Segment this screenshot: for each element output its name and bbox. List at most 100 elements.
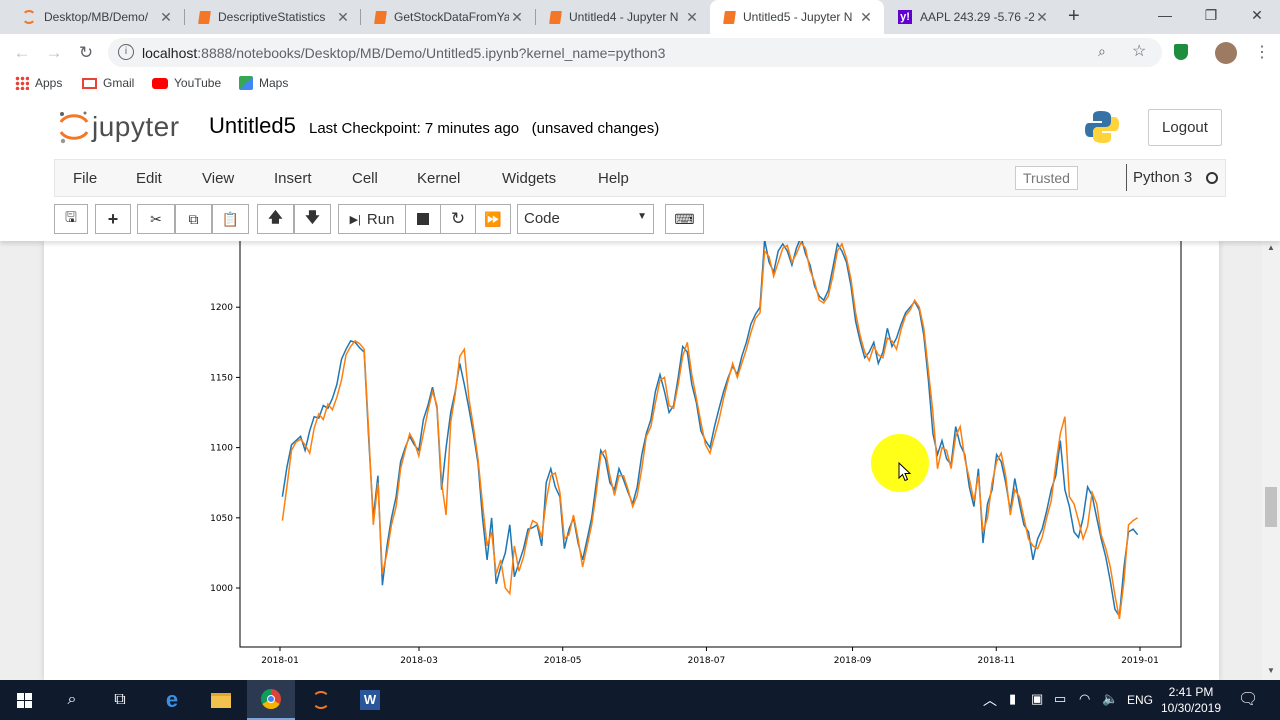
browser-menu-icon[interactable]: ⋮ bbox=[1254, 42, 1270, 62]
browser-tab[interactable]: GetStockDataFromYa ✕ bbox=[361, 0, 535, 34]
run-label: Run bbox=[366, 210, 395, 228]
app-tray-icon[interactable]: ▣ bbox=[1031, 691, 1043, 707]
x-tick-label: 2018-03 bbox=[400, 656, 438, 666]
jupyter-taskbar-icon[interactable] bbox=[297, 680, 345, 720]
close-icon[interactable]: ✕ bbox=[1034, 9, 1050, 26]
notebook-title[interactable]: Untitled5 bbox=[209, 113, 296, 139]
dropdown-arrow-icon: ▼ bbox=[637, 211, 647, 222]
battery-icon[interactable]: ▭ bbox=[1054, 691, 1066, 707]
close-icon[interactable]: ✕ bbox=[335, 9, 351, 26]
bookmark-label: Apps bbox=[35, 76, 63, 90]
paste-button[interactable]: 📋 bbox=[212, 204, 249, 234]
scroll-up-icon[interactable]: ▲ bbox=[1267, 243, 1275, 252]
search-icon[interactable]: ⌕ bbox=[48, 680, 96, 720]
interrupt-button[interactable] bbox=[405, 204, 441, 234]
close-icon[interactable]: ✕ bbox=[684, 9, 700, 26]
restart-button[interactable]: ↻ bbox=[440, 204, 476, 234]
y-tick-label: 1200 bbox=[210, 303, 233, 313]
trusted-indicator[interactable]: Trusted bbox=[1015, 166, 1078, 190]
new-tab-button[interactable]: + bbox=[1068, 5, 1080, 28]
bookmark-gmail[interactable]: Gmail bbox=[82, 76, 134, 90]
windows-taskbar: ⌕ ⧉ e W ︿ ▮ ▣ ▭ ◠ 🔈 ENG 2:41 PM 10/30/20… bbox=[0, 680, 1280, 720]
move-up-button[interactable]: 🡅 bbox=[257, 204, 294, 234]
forward-icon[interactable]: → bbox=[43, 42, 65, 64]
insert-cell-button[interactable]: + bbox=[95, 204, 131, 234]
cut-button[interactable]: ✂ bbox=[137, 204, 175, 234]
extension-shield-icon[interactable] bbox=[1174, 44, 1188, 60]
task-view-icon[interactable]: ⧉ bbox=[96, 680, 144, 720]
series-line-1 bbox=[281, 241, 1139, 619]
menu-help[interactable]: Help bbox=[598, 170, 629, 187]
browser-tab-active[interactable]: Untitled5 - Jupyter N ✕ bbox=[710, 0, 884, 34]
menu-file[interactable]: File bbox=[73, 170, 97, 187]
save-button[interactable]: 🖫 bbox=[54, 204, 88, 234]
usb-icon[interactable]: ▮ bbox=[1009, 691, 1016, 707]
scissors-icon: ✂ bbox=[150, 210, 162, 227]
scrollbar-thumb[interactable] bbox=[1265, 487, 1277, 527]
bookmark-apps[interactable]: Apps bbox=[15, 76, 62, 90]
kernel-idle-icon bbox=[1206, 172, 1218, 184]
last-checkpoint: Last Checkpoint: 7 minutes ago bbox=[309, 120, 520, 137]
bookmarks-bar: Apps Gmail YouTube Maps bbox=[0, 71, 1280, 97]
info-icon[interactable]: i bbox=[118, 44, 134, 60]
notebook-page: 1000 1050 1100 1150 1200 1250 2018-01 2018-03 20… bbox=[44, 241, 1219, 680]
y-tick-label: 1050 bbox=[210, 514, 233, 524]
bookmark-star-icon[interactable]: ☆ bbox=[1132, 41, 1146, 61]
x-tick-label: 2018-01 bbox=[261, 656, 299, 666]
move-down-button[interactable]: 🡇 bbox=[294, 204, 331, 234]
tray-chevron-icon[interactable]: ︿ bbox=[983, 690, 997, 710]
python-logo-icon bbox=[1084, 109, 1120, 145]
close-icon[interactable]: ✕ bbox=[858, 9, 874, 26]
browser-tab[interactable]: Desktop/MB/Demo/ ✕ bbox=[8, 0, 184, 34]
menu-insert[interactable]: Insert bbox=[274, 170, 312, 187]
windows-start-icon[interactable] bbox=[0, 680, 48, 720]
menu-cell[interactable]: Cell bbox=[352, 170, 378, 187]
window-close-icon[interactable]: ✕ bbox=[1234, 0, 1280, 30]
x-tick-label: 2018-05 bbox=[544, 656, 582, 666]
close-icon[interactable]: ✕ bbox=[509, 9, 525, 26]
address-bar[interactable]: i localhost:8888/notebooks/Desktop/MB/De… bbox=[108, 38, 1162, 67]
notebook-icon bbox=[723, 10, 736, 24]
restart-run-all-button[interactable]: ⏩ bbox=[475, 204, 511, 234]
close-icon[interactable]: ✕ bbox=[158, 9, 174, 26]
minimize-icon[interactable]: — bbox=[1142, 0, 1188, 30]
notifications-icon[interactable]: 🗨 bbox=[1238, 689, 1258, 709]
url-path: :8888/notebooks/Desktop/MB/Demo/Untitled… bbox=[197, 44, 666, 61]
reload-icon[interactable]: ↻ bbox=[75, 42, 97, 64]
logout-button[interactable]: Logout bbox=[1148, 109, 1222, 146]
browser-tab[interactable]: y! AAPL 243.29 -5.76 -2 ✕ bbox=[884, 0, 1060, 34]
command-palette-button[interactable]: ⌨ bbox=[665, 204, 704, 234]
kernel-name[interactable]: Python 3 bbox=[1126, 164, 1198, 191]
back-icon[interactable]: ← bbox=[11, 42, 33, 64]
scroll-down-icon[interactable]: ▼ bbox=[1267, 666, 1275, 675]
arrow-up-icon: 🡅 bbox=[268, 209, 283, 225]
copy-button[interactable]: ⧉ bbox=[175, 204, 212, 234]
edge-icon[interactable]: e bbox=[148, 680, 196, 720]
cell-type-select[interactable]: Code ▼ bbox=[517, 204, 654, 234]
x-tick-label: 2018-09 bbox=[834, 656, 872, 666]
chrome-icon[interactable] bbox=[247, 680, 295, 720]
menu-view[interactable]: View bbox=[202, 170, 234, 187]
wifi-icon[interactable]: ◠ bbox=[1079, 691, 1090, 707]
restore-icon[interactable]: ❐ bbox=[1188, 0, 1234, 30]
menu-edit[interactable]: Edit bbox=[136, 170, 162, 187]
input-language[interactable]: ENG bbox=[1127, 693, 1153, 707]
bookmark-youtube[interactable]: YouTube bbox=[152, 76, 221, 90]
jupyter-logo[interactable]: jupyter bbox=[56, 109, 196, 149]
profile-avatar[interactable] bbox=[1215, 42, 1237, 64]
scrollbar-track[interactable]: ▲ ▼ bbox=[1262, 241, 1280, 680]
run-button[interactable]: ▶| Run bbox=[338, 204, 406, 234]
menu-widgets[interactable]: Widgets bbox=[502, 170, 556, 187]
bookmark-maps[interactable]: Maps bbox=[239, 76, 288, 90]
system-clock[interactable]: 2:41 PM 10/30/2019 bbox=[1156, 684, 1226, 716]
browser-tab[interactable]: Untitled4 - Jupyter N ✕ bbox=[536, 0, 710, 34]
file-explorer-icon[interactable] bbox=[197, 680, 245, 720]
menu-kernel[interactable]: Kernel bbox=[417, 170, 460, 187]
word-icon[interactable]: W bbox=[346, 680, 394, 720]
bookmark-label: Maps bbox=[259, 76, 289, 90]
browser-tab[interactable]: DescriptiveStatistics ✕ bbox=[185, 0, 361, 34]
volume-icon[interactable]: 🔈 bbox=[1102, 691, 1118, 707]
zoom-icon[interactable]: ⌕ bbox=[1098, 43, 1106, 60]
jupyter-logo-text: jupyter bbox=[92, 111, 180, 142]
notebook-icon bbox=[549, 10, 562, 24]
